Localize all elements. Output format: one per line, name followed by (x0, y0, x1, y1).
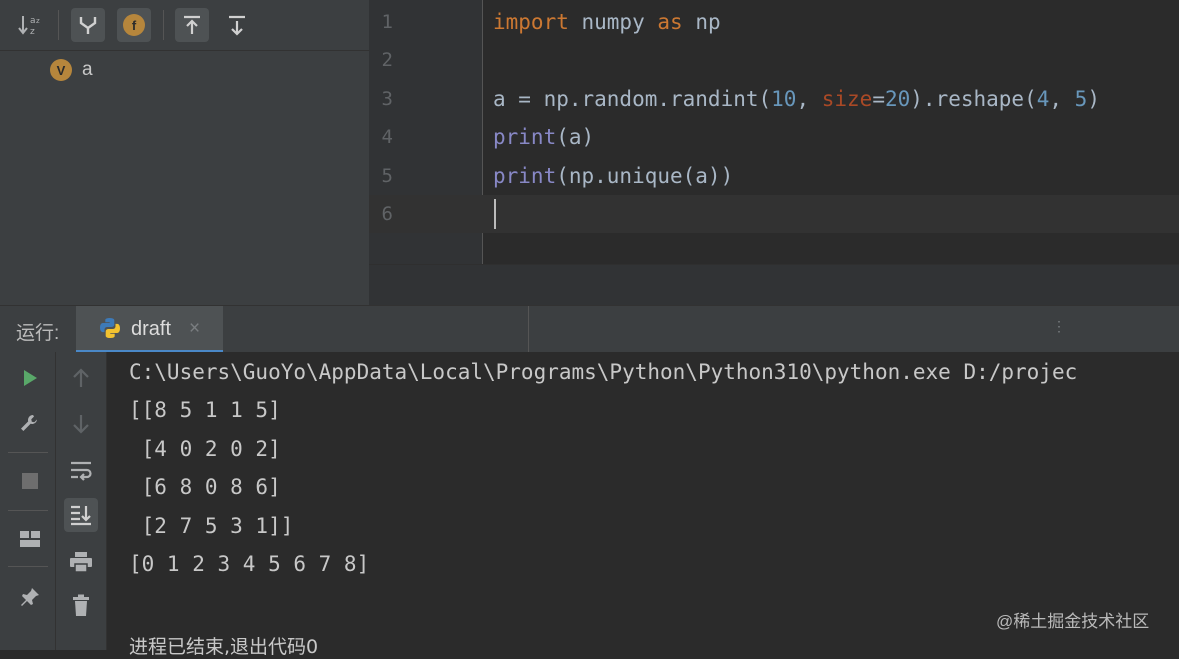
code-line[interactable]: 6 (369, 195, 1179, 233)
code-token: a = np.random.randint( (493, 86, 772, 111)
structure-panel: azz f V a (0, 0, 369, 305)
svg-text:a: a (30, 16, 36, 26)
text-caret (494, 199, 496, 229)
close-icon[interactable]: × (189, 318, 200, 340)
up-arrow-icon[interactable] (64, 361, 98, 395)
down-arrow-icon[interactable] (64, 407, 98, 441)
watermark: @稀土掘金技术社区 (996, 612, 1150, 631)
structure-item-label: a (82, 59, 93, 80)
console-line: [2 7 5 3 1]] (129, 514, 294, 538)
svg-text:z: z (36, 17, 40, 25)
tab-draft-label: draft (131, 318, 172, 340)
console-line: [0 1 2 3 4 5 6 7 8] (129, 552, 370, 576)
console-line: [6 8 0 8 6] (129, 475, 281, 499)
console-line: C:\Users\GuoYo\AppData\Local\Programs\Py… (129, 360, 1078, 384)
line-number: 3 (381, 87, 393, 110)
rerun-icon[interactable] (13, 361, 47, 395)
code-text: print(np.unique(a)) (493, 157, 733, 195)
python-icon (98, 316, 122, 345)
editor-bottom-area (369, 264, 1179, 306)
code-token: ).reshape( (910, 86, 1037, 111)
console-line: [4 0 2 0 2] (129, 437, 281, 461)
toolbar-divider (58, 10, 59, 40)
code-token: (np.unique(a)) (556, 163, 734, 188)
layout-icon[interactable] (13, 522, 47, 556)
soft-wrap-icon[interactable] (64, 453, 98, 487)
code-token: size (821, 86, 873, 111)
process-exit-message: 进程已结束,退出代码0 (129, 636, 319, 658)
code-token: numpy (568, 10, 658, 34)
code-line[interactable]: 3 a = np.random.randint(10, size=20).resh… (369, 80, 1179, 118)
toolbar-divider (8, 452, 48, 453)
line-number: 4 (381, 126, 393, 149)
code-line[interactable]: 1 import numpy as np (369, 3, 1179, 41)
line-number: 2 (381, 49, 393, 72)
more-options-icon[interactable]: ⋮ (1052, 318, 1066, 335)
run-toolwindow-header: 运行: draft × (0, 305, 1179, 354)
code-line[interactable]: 4 print(a) (369, 118, 1179, 156)
svg-text:z: z (30, 27, 35, 37)
toolbar-divider (8, 566, 48, 567)
code-token: print (493, 163, 557, 188)
code-token: = (872, 86, 885, 111)
toolbar-divider (8, 510, 48, 511)
code-token: 5 (1074, 86, 1088, 111)
code-token: 4 (1036, 86, 1050, 111)
expand-all-icon[interactable] (175, 8, 209, 42)
code-token: np (682, 10, 721, 34)
run-toolbar-secondary (56, 352, 107, 650)
code-text: a = np.random.randint(10, size=20).resha… (493, 80, 1100, 118)
code-text: print(a) (493, 118, 594, 156)
settings-wrench-icon[interactable] (13, 407, 47, 441)
code-token: (a) (556, 125, 595, 150)
line-number: 1 (381, 11, 393, 33)
code-line[interactable]: 2 (369, 41, 1179, 79)
code-token: ) (1087, 86, 1100, 111)
code-token: import (493, 10, 569, 34)
code-token: print (493, 125, 557, 150)
print-icon[interactable] (64, 545, 98, 579)
code-token: 20 (884, 86, 911, 111)
code-line[interactable]: 5 print(np.unique(a)) (369, 157, 1179, 195)
run-toolbar-left (0, 352, 56, 650)
code-text: import numpy as np (493, 3, 721, 41)
console-line: [[8 5 1 1 5] (129, 398, 281, 422)
trash-icon[interactable] (64, 589, 98, 623)
code-token: , (1049, 86, 1075, 111)
code-token: as (657, 10, 683, 34)
sort-alpha-icon[interactable]: azz (14, 8, 48, 42)
scroll-to-end-icon[interactable] (64, 498, 98, 532)
code-editor[interactable]: 1 import numpy as np 2 3 a = np.random.randi… (369, 0, 1179, 264)
variable-icon: V (50, 59, 72, 81)
structure-item-a[interactable]: V a (50, 58, 93, 82)
header-divider (528, 306, 529, 352)
show-fields-icon[interactable]: f (117, 8, 151, 42)
stop-icon[interactable] (13, 464, 47, 498)
show-inherited-icon[interactable] (71, 8, 105, 42)
line-number: 5 (381, 164, 393, 187)
code-token: , (796, 86, 822, 111)
structure-toolbar: azz f (0, 0, 369, 51)
line-number: 6 (381, 203, 393, 225)
toolbar-divider (163, 10, 164, 40)
collapse-all-icon[interactable] (220, 8, 254, 42)
code-token: 10 (771, 86, 797, 111)
pin-icon[interactable] (13, 580, 47, 614)
run-label: 运行: (16, 323, 60, 344)
run-console[interactable]: C:\Users\GuoYo\AppData\Local\Programs\Py… (107, 352, 1179, 658)
